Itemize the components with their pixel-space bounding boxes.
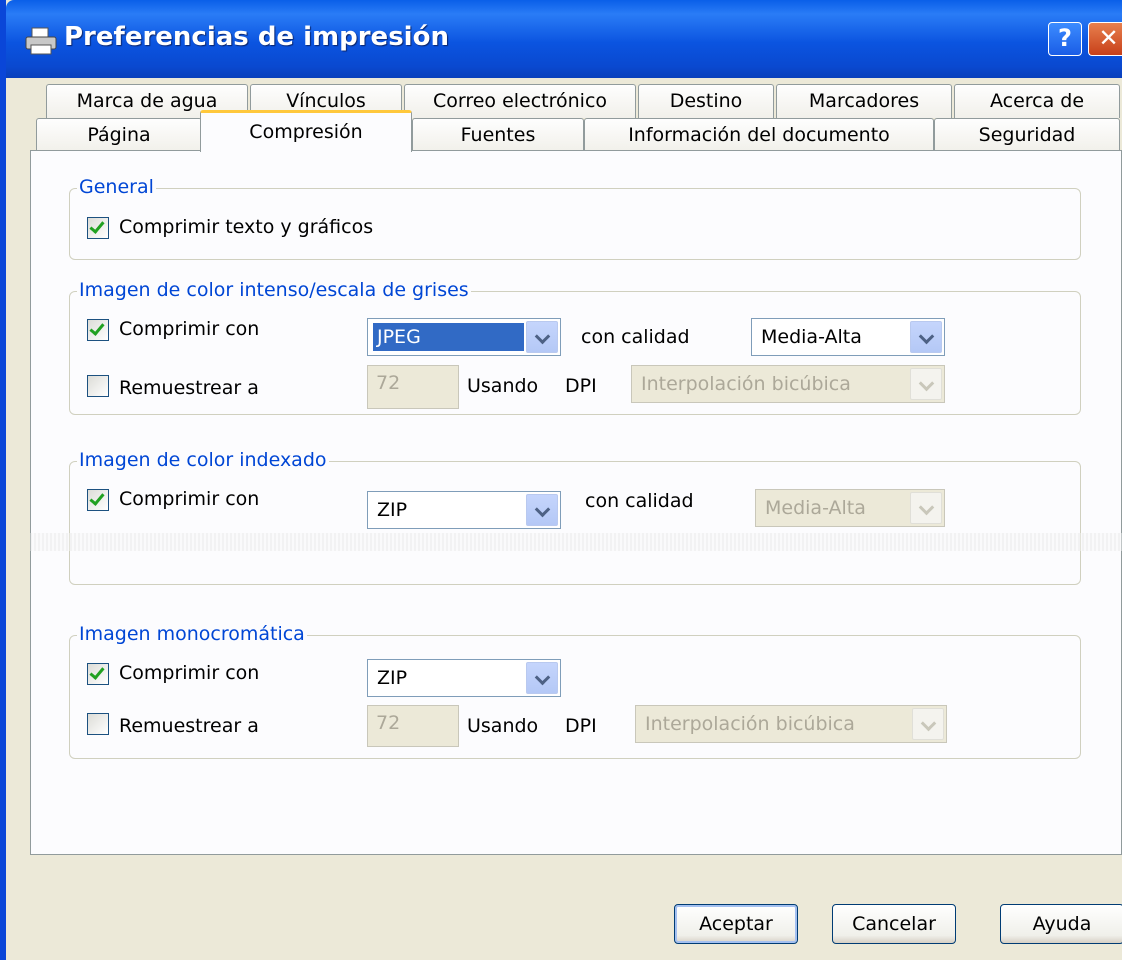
mono-dpi-label: DPI (565, 715, 597, 737)
indexed-quality-select[interactable]: Media-Alta (755, 489, 945, 527)
checkmark-icon (89, 490, 105, 506)
tab-destino[interactable]: Destino (638, 84, 774, 118)
close-button[interactable]: ✕ (1088, 22, 1122, 56)
color-compress-method-value: JPEG (373, 323, 524, 351)
compression-panel: General Comprimir texto y gráficos Image… (30, 150, 1122, 855)
chevron-down-icon[interactable] (910, 321, 942, 353)
tab-marcadores[interactable]: Marcadores (776, 84, 952, 118)
mono-interpolation-value: Interpolación bicúbica (645, 713, 855, 735)
color-quality-select[interactable]: Media-Alta (751, 318, 945, 356)
cancel-button[interactable]: Cancelar (832, 904, 956, 944)
tab-seguridad[interactable]: Seguridad (934, 118, 1120, 152)
indexed-compress-label: Comprimir con (119, 488, 260, 510)
color-interpolation-select[interactable]: Interpolación bicúbica (631, 365, 945, 403)
print-preferences-window: Preferencias de impresión ? ✕ Marca de a… (0, 0, 1122, 960)
chevron-down-icon[interactable] (526, 662, 558, 694)
color-compress-method-select[interactable]: JPEG (367, 318, 561, 356)
indexed-compress-checkbox[interactable] (87, 489, 109, 511)
mono-dpi-input[interactable]: 72 (367, 705, 459, 747)
help-title-button[interactable]: ? (1048, 22, 1082, 56)
checkmark-icon (89, 320, 105, 336)
color-compress-checkbox[interactable] (87, 319, 109, 341)
close-icon: ✕ (1098, 24, 1119, 52)
chevron-down-icon[interactable] (526, 494, 558, 526)
chevron-down-icon[interactable] (910, 492, 942, 524)
compress-text-graphics-label: Comprimir texto y gráficos (119, 216, 374, 238)
mono-resample-label: Remuestrear a (119, 715, 259, 737)
color-resample-checkbox[interactable] (87, 375, 109, 397)
mono-compress-label: Comprimir con (119, 662, 260, 684)
indexed-compress-method-value: ZIP (377, 499, 408, 521)
tab-pagina[interactable]: Página (36, 118, 202, 152)
tab-acerca-de[interactable]: Acerca de (954, 84, 1120, 118)
color-quality-label: con calidad (581, 326, 690, 348)
indexed-quality-label: con calidad (585, 490, 694, 512)
checkmark-icon (89, 218, 105, 234)
color-grayscale-legend: Imagen de color intenso/escala de grises (77, 279, 471, 301)
color-interpolation-value: Interpolación bicúbica (641, 373, 851, 395)
color-dpi-input[interactable]: 72 (367, 365, 459, 409)
indexed-quality-value: Media-Alta (765, 497, 866, 519)
mono-compress-checkbox[interactable] (87, 663, 109, 685)
chevron-down-icon[interactable] (912, 708, 944, 740)
mono-compress-method-value: ZIP (377, 667, 408, 689)
color-compress-label: Comprimir con (119, 318, 260, 340)
mono-using-label: Usando (467, 715, 539, 737)
ok-button[interactable]: Aceptar (674, 904, 798, 944)
checkmark-icon (89, 664, 105, 680)
color-quality-value: Media-Alta (761, 326, 862, 348)
chevron-down-icon[interactable] (910, 368, 942, 400)
compress-text-graphics-checkbox[interactable] (87, 217, 109, 239)
color-resample-label: Remuestrear a (119, 377, 259, 399)
printer-icon (25, 27, 57, 55)
color-dpi-label: DPI (565, 375, 597, 397)
tab-correo-electronico[interactable]: Correo electrónico (404, 84, 636, 118)
mono-dpi-value: 72 (376, 712, 401, 734)
color-using-label: Usando (467, 375, 539, 397)
indexed-compress-method-select[interactable]: ZIP (367, 491, 561, 529)
mono-interpolation-select[interactable]: Interpolación bicúbica (635, 705, 947, 743)
general-legend: General (77, 176, 156, 198)
title-bar[interactable]: Preferencias de impresión ? ✕ (6, 0, 1122, 78)
monochrome-legend: Imagen monocromática (77, 623, 307, 645)
indexed-color-legend: Imagen de color indexado (77, 449, 329, 471)
mono-resample-checkbox[interactable] (87, 713, 109, 735)
help-button[interactable]: Ayuda (1000, 904, 1122, 944)
tab-informacion-del-documento[interactable]: Información del documento (584, 118, 934, 152)
chevron-down-icon[interactable] (526, 321, 558, 353)
mono-compress-method-select[interactable]: ZIP (367, 659, 561, 697)
tab-fuentes[interactable]: Fuentes (412, 118, 584, 152)
window-title: Preferencias de impresión (64, 22, 449, 52)
tab-compresion[interactable]: Compresión (200, 110, 412, 152)
color-dpi-value: 72 (376, 372, 401, 394)
